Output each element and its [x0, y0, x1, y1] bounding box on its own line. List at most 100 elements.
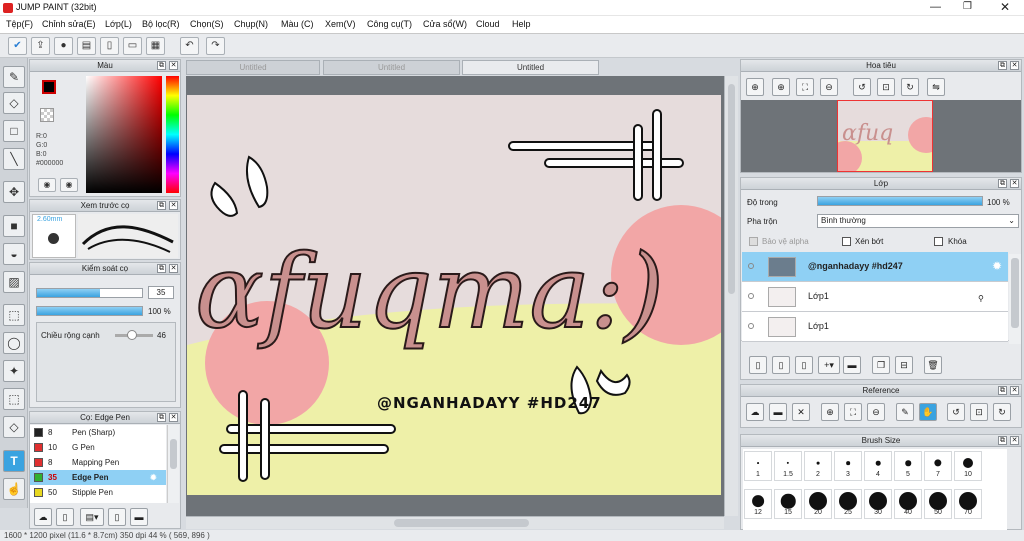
- menu-view[interactable]: Xem(V): [325, 19, 356, 29]
- brush-size-cell[interactable]: 50: [924, 489, 952, 519]
- gear-icon[interactable]: ✹: [992, 259, 1002, 273]
- add-layer-menu-icon[interactable]: +▾: [818, 356, 840, 374]
- brush-size-cell[interactable]: 12: [744, 489, 772, 519]
- flip-icon[interactable]: ⇋: [927, 78, 945, 96]
- line-tool-icon[interactable]: ╲: [3, 148, 25, 170]
- tab-untitled-2[interactable]: Untitled: [323, 60, 460, 75]
- operation-tool-icon[interactable]: ☝: [3, 478, 25, 500]
- menu-select[interactable]: Chọn(S): [190, 19, 224, 29]
- alpha-protect-checkbox[interactable]: [749, 237, 758, 246]
- canvas-horizontal-scrollbar[interactable]: [186, 516, 724, 529]
- panel-float-icon[interactable]: ⧉: [998, 61, 1007, 70]
- eye-icon[interactable]: [748, 323, 754, 329]
- speech-bubble-icon[interactable]: ●: [54, 37, 73, 55]
- color-picker-icon[interactable]: ◉: [60, 178, 78, 192]
- panel-close-icon[interactable]: ✕: [169, 61, 178, 70]
- brush-menu-icon[interactable]: ▤▾: [80, 508, 104, 526]
- edge-width-handle[interactable]: [127, 330, 137, 340]
- ref-rotate-right-icon[interactable]: ↻: [993, 403, 1011, 421]
- brush-tool-icon[interactable]: ✎: [3, 66, 25, 88]
- eraser-tool-icon[interactable]: ◇: [3, 92, 25, 114]
- duplicate-layer-icon[interactable]: ❐: [872, 356, 890, 374]
- brush-size-cell[interactable]: 15: [774, 489, 802, 519]
- panel-float-icon[interactable]: ⧉: [157, 201, 166, 210]
- layer-row-selected[interactable]: @nganhadayy #hd247 ✹: [742, 252, 1008, 282]
- rotate-left-icon[interactable]: ↺: [853, 78, 871, 96]
- panel-float-icon[interactable]: ⧉: [998, 386, 1007, 395]
- brush-size-cell[interactable]: 30: [864, 489, 892, 519]
- brush-size-cell[interactable]: 3: [834, 451, 862, 481]
- select-rect-icon[interactable]: ⬚: [3, 304, 25, 326]
- ref-close-icon[interactable]: ✕: [792, 403, 810, 421]
- document-icon[interactable]: ▭: [123, 37, 142, 55]
- clipping-checkbox[interactable]: [842, 237, 851, 246]
- ref-eyedropper-icon[interactable]: ✎: [896, 403, 914, 421]
- menu-cloud[interactable]: Cloud: [476, 19, 500, 29]
- minimize-icon[interactable]: —: [930, 1, 941, 13]
- layers-scrollbar[interactable]: [1009, 254, 1021, 344]
- new-layer-icon[interactable]: ▯: [749, 356, 767, 374]
- export-icon[interactable]: ⇪: [31, 37, 50, 55]
- foreground-color-swatch[interactable]: [42, 80, 56, 94]
- magic-wand-icon[interactable]: ✦: [3, 360, 25, 382]
- brush-size-cell[interactable]: 10: [954, 451, 982, 481]
- canvas-vertical-scrollbar[interactable]: [724, 76, 738, 516]
- new-brush-icon[interactable]: ▯: [56, 508, 74, 526]
- ref-reset-icon[interactable]: ⊡: [970, 403, 988, 421]
- zoom-in-icon[interactable]: ⊕: [746, 78, 764, 96]
- new-text-layer-icon[interactable]: ▯: [795, 356, 813, 374]
- panel-close-icon[interactable]: ✕: [1010, 386, 1019, 395]
- delete-layer-icon[interactable]: 🗑: [924, 356, 942, 374]
- brush-folder-icon[interactable]: ▬: [130, 508, 148, 526]
- hue-slider[interactable]: [166, 76, 179, 193]
- menu-help[interactable]: Help: [512, 19, 531, 29]
- brush-size-cell[interactable]: 20: [804, 489, 832, 519]
- panel-close-icon[interactable]: ✕: [1010, 436, 1019, 445]
- blend-mode-select[interactable]: Bình thường ⌄: [817, 214, 1019, 228]
- brush-size-cell[interactable]: 25: [834, 489, 862, 519]
- ref-rotate-left-icon[interactable]: ↺: [947, 403, 965, 421]
- zoom-out-icon[interactable]: ⊖: [820, 78, 838, 96]
- select-eraser-icon[interactable]: ◇: [3, 416, 25, 438]
- panel-close-icon[interactable]: ✕: [169, 201, 178, 210]
- menu-window[interactable]: Cửa sổ(W): [423, 19, 467, 29]
- tab-untitled-1[interactable]: Untitled: [186, 60, 320, 75]
- comment-icon[interactable]: ▤: [77, 37, 96, 55]
- eye-icon[interactable]: [748, 263, 754, 269]
- layer-row[interactable]: Lớp1 ⚲: [742, 282, 1008, 312]
- brush-size-cell[interactable]: 1.5: [774, 451, 802, 481]
- menu-file[interactable]: Tệp(F): [6, 19, 33, 29]
- panel-float-icon[interactable]: ⧉: [157, 61, 166, 70]
- panel-float-icon[interactable]: ⧉: [998, 436, 1007, 445]
- panel-float-icon[interactable]: ⧉: [998, 179, 1007, 188]
- fit-window-icon[interactable]: ⛶: [796, 78, 814, 96]
- brush-size-cell[interactable]: 70: [954, 489, 982, 519]
- move-tool-icon[interactable]: ✥: [3, 181, 25, 203]
- brush-item[interactable]: 8 Pen (Sharp): [30, 425, 180, 440]
- brush-list-scrollbar[interactable]: [167, 425, 179, 503]
- tab-untitled-3[interactable]: Untitled: [462, 60, 599, 75]
- download-brush-icon[interactable]: ☁: [34, 508, 52, 526]
- brush-size-value[interactable]: 35: [148, 286, 174, 299]
- menu-layer[interactable]: Lớp(L): [105, 19, 132, 29]
- ref-fit-icon[interactable]: ⛶: [844, 403, 862, 421]
- maximize-icon[interactable]: ❐: [963, 1, 972, 12]
- panel-close-icon[interactable]: ✕: [169, 264, 178, 273]
- brush-opacity-slider[interactable]: [36, 306, 143, 316]
- layer-folder-icon[interactable]: ▬: [843, 356, 861, 374]
- zoom-in-alt-icon[interactable]: ⊕: [772, 78, 790, 96]
- artboard[interactable]: ɑfuqma:) @NGANHADAYY #HD247: [187, 95, 721, 495]
- menu-color[interactable]: Màu (C): [281, 19, 314, 29]
- rect-tool-icon[interactable]: □: [3, 120, 25, 142]
- ref-zoom-in-icon[interactable]: ⊕: [821, 403, 839, 421]
- gradient-tool-icon[interactable]: ▨: [3, 271, 25, 293]
- brush-size-cell[interactable]: 1: [744, 451, 772, 481]
- text-tool-icon[interactable]: T: [3, 450, 25, 472]
- panel-close-icon[interactable]: ✕: [1010, 179, 1019, 188]
- navigator-view[interactable]: ɑfuq: [741, 100, 1021, 172]
- grid-icon[interactable]: ▦: [146, 37, 165, 55]
- cloud-check-icon[interactable]: ✔: [8, 37, 27, 55]
- page-icon[interactable]: ▯: [100, 37, 119, 55]
- lasso-tool-icon[interactable]: ◯: [3, 332, 25, 354]
- brush-item[interactable]: 50 Stipple Pen: [30, 485, 180, 500]
